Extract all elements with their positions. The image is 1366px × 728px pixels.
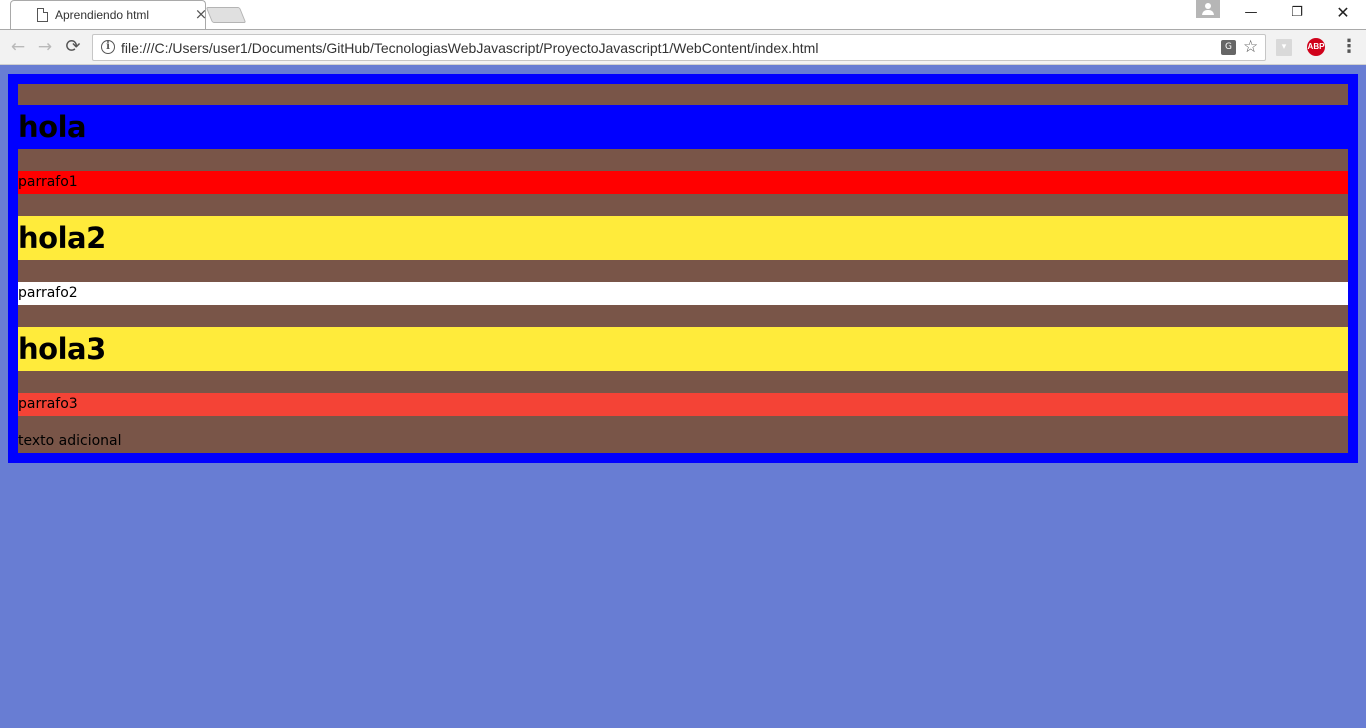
document-icon: [37, 8, 48, 22]
forward-button[interactable]: →: [34, 36, 56, 58]
info-icon[interactable]: i: [101, 40, 115, 54]
outer-container: hola parrafo1 hola2 parrafo2 hola3 parra…: [8, 74, 1358, 463]
additional-text: texto adicional: [18, 433, 122, 449]
inner-container: hola parrafo1 hola2 parrafo2 hola3 parra…: [18, 84, 1348, 453]
translate-icon[interactable]: G: [1221, 40, 1236, 55]
arrow-left-icon: ←: [10, 37, 26, 57]
profile-icon[interactable]: [1196, 0, 1220, 18]
address-bar[interactable]: i file:///C:/Users/user1/Documents/GitHu…: [92, 34, 1266, 61]
star-icon[interactable]: ☆: [1243, 37, 1258, 57]
paragraph-2: parrafo2: [18, 282, 1348, 305]
browser-toolbar: ← → ⟳ i file:///C:/Users/user1/Documents…: [0, 29, 1366, 65]
kebab-menu-icon[interactable]: ⋮: [1340, 36, 1358, 58]
tab-strip: Aprendiendo html × — ❐ ✕: [0, 0, 1366, 30]
restore-button[interactable]: ❐: [1274, 0, 1320, 28]
arrow-right-icon: →: [37, 37, 53, 57]
minimize-button[interactable]: —: [1228, 0, 1274, 28]
tab-title: Aprendiendo html: [55, 8, 150, 22]
adblock-plus-icon[interactable]: ABP: [1307, 38, 1325, 56]
new-tab-button[interactable]: [205, 7, 247, 23]
browser-tab[interactable]: Aprendiendo html ×: [10, 0, 207, 30]
pdf-extension-icon[interactable]: ▾: [1276, 39, 1292, 56]
heading-hola3: hola3: [18, 327, 1348, 371]
heading-hola2: hola2: [18, 216, 1348, 260]
paragraph-3: parrafo3: [18, 393, 1348, 416]
back-button[interactable]: ←: [7, 36, 29, 58]
url-text[interactable]: file:///C:/Users/user1/Documents/GitHub/…: [121, 40, 818, 56]
paragraph-1: parrafo1: [18, 171, 1348, 194]
heading-hola: hola: [18, 105, 1348, 149]
close-window-button[interactable]: ✕: [1320, 0, 1366, 28]
page-viewport: hola parrafo1 hola2 parrafo2 hola3 parra…: [0, 65, 1366, 728]
reload-icon: ⟳: [65, 36, 81, 57]
reload-button[interactable]: ⟳: [62, 36, 84, 58]
